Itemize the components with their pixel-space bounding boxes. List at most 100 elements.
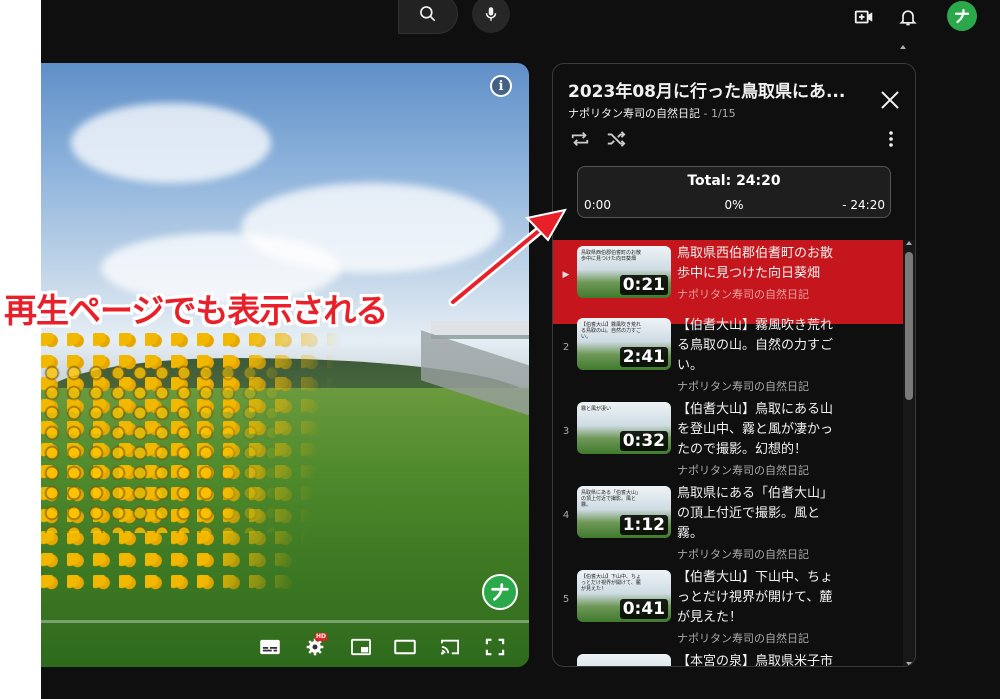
- video-title[interactable]: 【本宮の泉】鳥取県米子市: [677, 652, 841, 667]
- sunflower-heads: [41, 363, 291, 533]
- close-icon: [881, 91, 899, 109]
- video-title-line: 鳥取県西伯郡伯耆町のお散: [677, 246, 834, 261]
- video-title[interactable]: 【伯耆大山】鳥取にある山 を登山中、霧と風が凄かっ たので撮影。幻想的！: [677, 400, 841, 460]
- search-button[interactable]: [398, 0, 458, 34]
- thumbnail-caption: 霧と風が凄い: [581, 406, 612, 412]
- channel-watermark[interactable]: [482, 574, 518, 610]
- notifications-button[interactable]: [896, 5, 920, 29]
- video-thumbnail[interactable]: 【伯耆大山】下山中、ちょっとだけ視界が開けて、麓が見えた！ 0:41: [577, 570, 671, 622]
- playlist-channel[interactable]: ナポリタン寿司の自然日記: [568, 107, 700, 120]
- close-playlist-button[interactable]: [876, 86, 904, 114]
- video-title-line: 【本宮の泉】鳥取県米子市: [677, 654, 834, 667]
- thumbnail-caption: 【伯耆大山】下山中、ちょっとだけ視界が開けて、麓が見えた！: [581, 574, 642, 592]
- video-title-line: る鳥取の山。自然の力すご: [677, 338, 834, 353]
- playlist-title[interactable]: 2023年08月に行った鳥取県にあ...: [568, 77, 868, 102]
- more-actions-button[interactable]: [878, 126, 904, 152]
- theater-icon: [394, 639, 416, 655]
- cast-button[interactable]: [436, 635, 464, 659]
- video-thumbnail[interactable]: 鳥取県にある「伯耆大山」の頂上付近で撮影。風と霧。 1:12: [577, 486, 671, 538]
- loop-icon: [571, 131, 589, 147]
- top-bar: [41, 0, 1000, 40]
- video-thumbnail[interactable]: 霧と風が凄い 0:32: [577, 402, 671, 454]
- watermark-mark-icon: [491, 583, 509, 601]
- video-channel[interactable]: ナポリタン寿司の自然日記: [677, 286, 809, 302]
- create-button[interactable]: [852, 5, 876, 29]
- fullscreen-icon: [485, 638, 505, 656]
- miniplayer-button[interactable]: [347, 635, 375, 659]
- total-label: Total: 24:20: [687, 173, 781, 189]
- playlist-scrollbar[interactable]: [903, 240, 915, 666]
- thumbnail-caption: 鳥取県にある「伯耆大山」の頂上付近で撮影。風と霧。: [581, 490, 642, 508]
- video-title-line: たので撮影。幻想的！: [677, 442, 808, 457]
- video-title-line: 鳥取県にある「伯耆大山」: [677, 486, 834, 501]
- mic-icon: [485, 7, 497, 21]
- video-thumbnail[interactable]: 【伯耆大山】霧風吹き荒れる鳥取の山。自然の力すごい。 2:41: [577, 318, 671, 370]
- playlist-item[interactable]: 5 【伯耆大山】下山中、ちょっとだけ視界が開けて、麓が見えた！ 0:41 【伯耆大山】…: [553, 564, 903, 648]
- video-duration: 0:32: [619, 431, 668, 451]
- video-channel[interactable]: ナポリタン寿司の自然日記: [677, 462, 809, 478]
- video-duration: 0:41: [619, 599, 668, 619]
- video-title-line: 【伯耆大山】鳥取にある山: [677, 402, 834, 417]
- thumbnail-caption: 鳥取県西伯郡伯耆町のお散歩中に見つけた向日葵畑: [581, 250, 642, 262]
- video-duration: 0:21: [619, 275, 668, 295]
- video-title-line: っとだけ視界が開けて、麓: [677, 590, 833, 605]
- voice-search-button[interactable]: [472, 0, 510, 33]
- playlist-item[interactable]: 6【本宮の泉】鳥取県米子市: [553, 648, 903, 667]
- video-title-line: を登山中、霧と風が凄かっ: [677, 422, 834, 437]
- theater-mode-button[interactable]: [391, 635, 419, 659]
- video-title-line: 【伯耆大山】霧風吹き荒れ: [677, 318, 834, 333]
- video-channel[interactable]: ナポリタン寿司の自然日記: [677, 546, 809, 562]
- cast-icon: [441, 639, 459, 655]
- video-player[interactable]: i HD: [41, 63, 529, 667]
- avatar[interactable]: [947, 1, 977, 31]
- video-channel[interactable]: ナポリタン寿司の自然日記: [677, 630, 809, 646]
- video-title-line: 歩中に見つけた向日葵畑: [677, 266, 821, 281]
- playlist-panel: 2023年08月に行った鳥取県にあ... ナポリタン寿司の自然日記 - 1/15…: [552, 63, 916, 667]
- settings-button[interactable]: HD: [301, 633, 329, 659]
- video-title[interactable]: 【伯耆大山】下山中、ちょ っとだけ視界が開けて、麓 が見えた！: [677, 568, 841, 628]
- scroll-thumb[interactable]: [905, 252, 913, 400]
- subtitles-button[interactable]: [256, 635, 284, 659]
- avatar-mark-icon: [954, 8, 970, 24]
- video-title-line: 【伯耆大山】下山中、ちょ: [677, 570, 834, 585]
- playlist-item[interactable]: 2 【伯耆大山】霧風吹き荒れる鳥取の山。自然の力すごい。 2:41 【伯耆大山】霧風吹…: [553, 312, 903, 396]
- create-icon: [854, 10, 873, 24]
- building: [431, 321, 529, 339]
- video-title[interactable]: 鳥取県にある「伯耆大山」 の頂上付近で撮影。風と 霧。: [677, 484, 841, 544]
- fullscreen-button[interactable]: [481, 635, 509, 659]
- playlist-item-index: 5: [562, 594, 570, 605]
- thumbnail-caption: 【伯耆大山】霧風吹き荒れる鳥取の山。自然の力すごい。: [581, 322, 642, 340]
- video-thumbnail[interactable]: 鳥取県西伯郡伯耆町のお散歩中に見つけた向日葵畑 0:21: [577, 246, 671, 298]
- total-remaining: - 24:20: [842, 198, 885, 212]
- video-thumbnail[interactable]: [577, 654, 671, 666]
- hd-badge: HD: [315, 633, 328, 641]
- playlist-position: 1/15: [710, 107, 736, 120]
- loop-button[interactable]: [567, 126, 593, 152]
- more-vert-icon: [889, 131, 893, 147]
- playlist-items: ▶ 鳥取県西伯郡伯耆町のお散歩中に見つけた向日葵畑 0:21 鳥取県西伯郡伯耆町のお散…: [553, 240, 903, 667]
- video-title[interactable]: 鳥取県西伯郡伯耆町のお散 歩中に見つけた向日葵畑: [677, 244, 841, 284]
- left-margin: [0, 0, 41, 699]
- now-playing-icon: ▶: [562, 270, 570, 280]
- notifications-icon: [899, 10, 917, 26]
- video-title-line: 霧。: [677, 526, 704, 541]
- playlist-item-index: 4: [562, 510, 570, 521]
- playlist-item-index: 2: [562, 342, 570, 353]
- shuffle-button[interactable]: [603, 126, 629, 152]
- video-channel[interactable]: ナポリタン寿司の自然日記: [677, 378, 809, 394]
- subtitles-icon: [260, 639, 280, 655]
- miniplayer-icon: [351, 638, 371, 656]
- playlist-item-index: 3: [562, 426, 570, 437]
- info-icon[interactable]: i: [490, 75, 512, 97]
- video-title[interactable]: 【伯耆大山】霧風吹き荒れ る鳥取の山。自然の力すご い。: [677, 316, 841, 376]
- video-duration: 1:12: [619, 515, 668, 535]
- playlist-item[interactable]: 3 霧と風が凄い 0:32 【伯耆大山】鳥取にある山 を登山中、霧と風が凄かっ たので撮影…: [553, 396, 903, 480]
- video-title-line: の頂上付近で撮影。風と: [677, 506, 821, 521]
- video-title-line: が見えた！: [677, 610, 743, 625]
- search-icon: [420, 6, 436, 22]
- scroll-up-icon[interactable]: [906, 241, 912, 245]
- shuffle-icon: [607, 131, 626, 147]
- progress-bar[interactable]: [41, 620, 529, 623]
- scroll-down-icon[interactable]: [906, 662, 912, 666]
- playlist-item[interactable]: 4 鳥取県にある「伯耆大山」の頂上付近で撮影。風と霧。 1:12 鳥取県にある「伯耆大…: [553, 480, 903, 564]
